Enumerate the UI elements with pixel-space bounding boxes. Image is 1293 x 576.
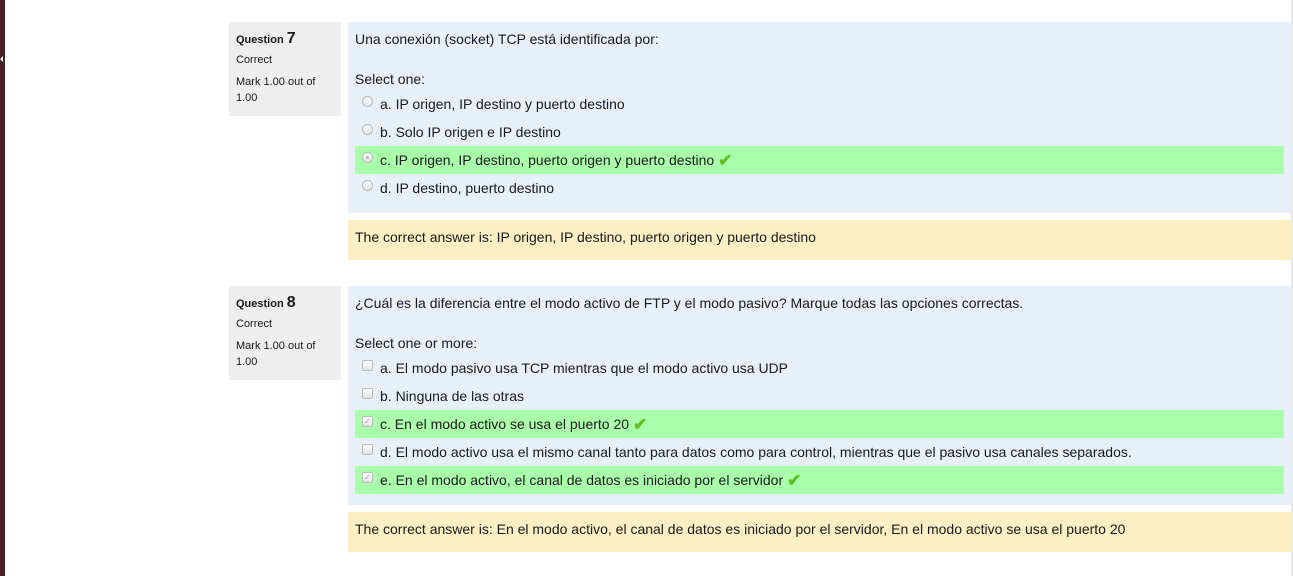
answer-label: c. IP origen, IP destino, puerto origen … (380, 152, 715, 168)
answer-option-e[interactable]: ✓ e. En el modo activo, el canal de dato… (355, 466, 1284, 494)
answer-label: a. El modo pasivo usa TCP mientras que e… (380, 360, 789, 376)
check-icon: ✔ (633, 415, 648, 434)
answer-label: e. En el modo activo, el canal de datos … (380, 472, 784, 488)
question-info: Question 8 Correct Mark 1.00 out of 1.00 (229, 286, 341, 380)
checkbox[interactable] (362, 387, 373, 399)
correct-answer-feedback: The correct answer is: IP origen, IP des… (348, 220, 1292, 260)
answer-list: a. IP origen, IP destino y puerto destin… (355, 90, 1284, 202)
checkbox-checked[interactable]: ✓ (362, 415, 373, 427)
radio-button[interactable] (362, 151, 373, 163)
question-number: 7 (286, 30, 296, 47)
answer-label: d. El modo activo usa el mismo canal tan… (380, 444, 1132, 460)
answer-option-a[interactable]: a. El modo pasivo usa TCP mientras que e… (355, 354, 1284, 382)
checkbox-checked[interactable]: ✓ (362, 471, 373, 483)
answer-label: c. En el modo activo se usa el puerto 20 (380, 416, 630, 432)
answer-label: b. Ninguna de las otras (380, 388, 524, 404)
collapse-arrow-icon[interactable] (0, 56, 3, 62)
answer-prompt: Select one or more: (355, 335, 478, 351)
radio-button[interactable] (362, 95, 373, 107)
answer-option-c[interactable]: ✓ c. En el modo activo se usa el puerto … (355, 410, 1284, 438)
answer-option-c[interactable]: c. IP origen, IP destino, puerto origen … (355, 146, 1284, 174)
question-state: Correct (236, 318, 273, 330)
question-number-line: Question 7 (236, 30, 334, 48)
answer-option-d[interactable]: d. El modo activo usa el mismo canal tan… (355, 438, 1284, 466)
left-page-edge (0, 0, 5, 576)
question-label: Question (236, 34, 284, 46)
question-state: Correct (236, 54, 273, 66)
question-grade: Mark 1.00 out of 1.00 (236, 340, 316, 368)
answer-list: a. El modo pasivo usa TCP mientras que e… (355, 354, 1284, 494)
question-number: 8 (286, 294, 296, 311)
answer-label: a. IP origen, IP destino y puerto destin… (380, 96, 625, 112)
checkbox[interactable] (362, 443, 373, 455)
answer-option-b[interactable]: b. Ninguna de las otras (355, 382, 1284, 410)
question-formulation: Una conexión (socket) TCP está identific… (348, 22, 1292, 213)
question-info: Question 7 Correct Mark 1.00 out of 1.00 (229, 22, 341, 116)
answer-option-b[interactable]: b. Solo IP origen e IP destino (355, 118, 1284, 146)
check-icon: ✔ (718, 151, 733, 170)
check-icon: ✔ (787, 471, 802, 490)
question-grade: Mark 1.00 out of 1.00 (236, 76, 316, 104)
question-label: Question (236, 298, 284, 310)
answer-option-d[interactable]: d. IP destino, puerto destino (355, 174, 1284, 202)
question-formulation: ¿Cuál es la diferencia entre el modo act… (348, 286, 1292, 505)
radio-button[interactable] (362, 123, 373, 135)
answer-prompt: Select one: (355, 71, 426, 87)
answer-option-a[interactable]: a. IP origen, IP destino y puerto destin… (355, 90, 1284, 118)
checkbox[interactable] (362, 359, 373, 371)
correct-answer-feedback: The correct answer is: En el modo activo… (348, 512, 1292, 552)
answer-label: b. Solo IP origen e IP destino (380, 124, 561, 140)
question-text: ¿Cuál es la diferencia entre el modo act… (355, 295, 1024, 311)
answer-label: d. IP destino, puerto destino (380, 180, 555, 196)
question-number-line: Question 8 (236, 294, 334, 312)
question-text: Una conexión (socket) TCP está identific… (355, 31, 659, 47)
radio-button[interactable] (362, 179, 373, 191)
